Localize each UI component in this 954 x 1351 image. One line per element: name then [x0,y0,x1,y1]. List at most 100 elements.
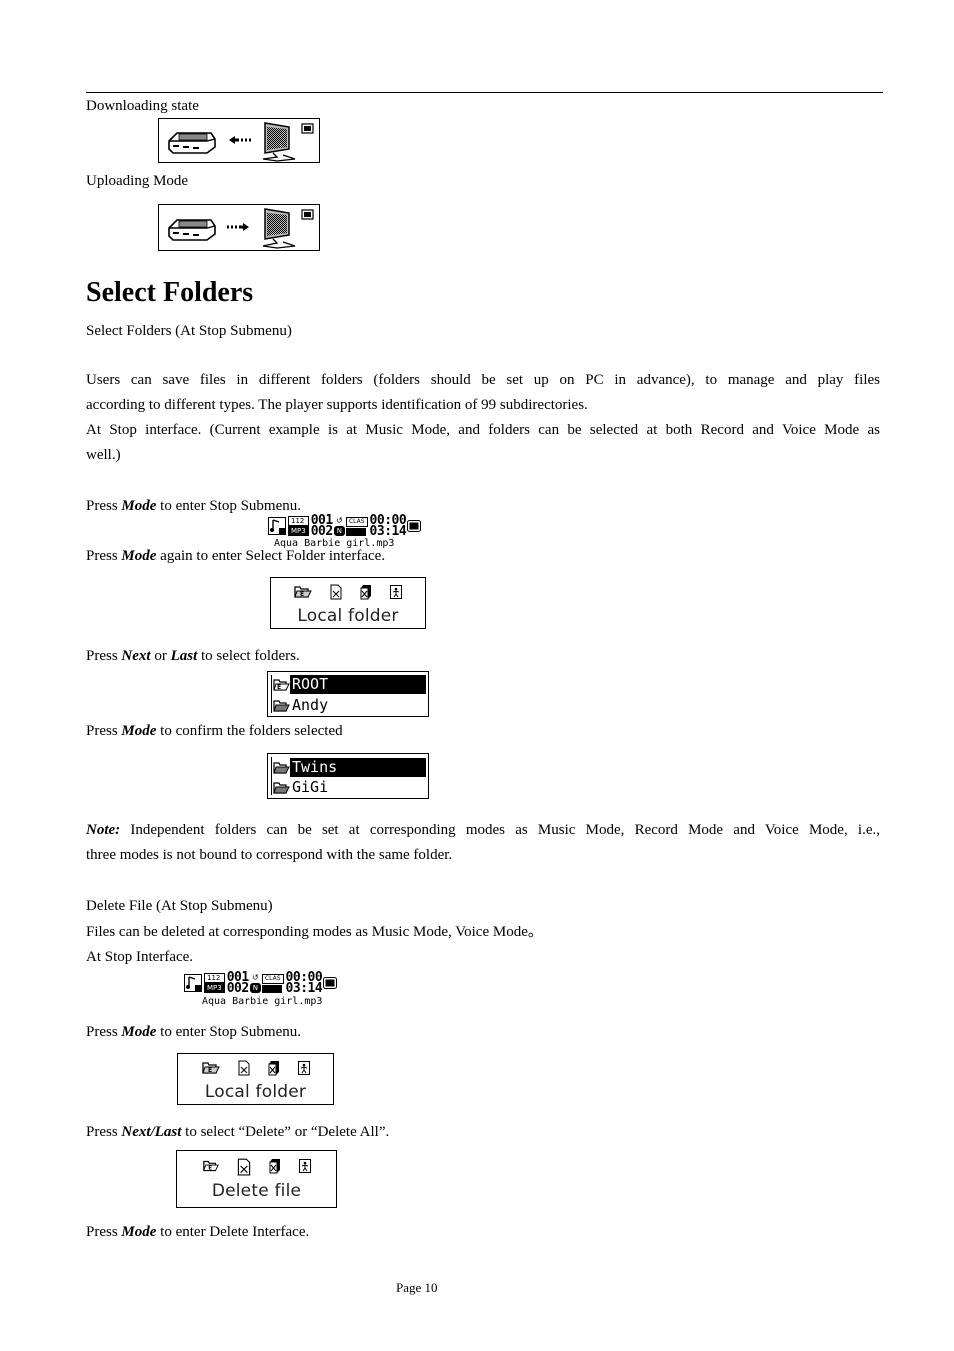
step-instruction: Press Next or Last to select folders. [86,648,300,664]
step-instruction: Press Mode to enter Delete Interface. [86,1224,310,1240]
stop-status-screen: 112 MP3 001 002 ↺ N CLAS 00:00 03:14 Aqu… [184,971,354,1009]
submenu-screen-delete-file: E Delete file [176,1150,337,1208]
folder-item[interactable]: E ROOT [272,675,426,694]
downloading-screen [158,118,320,163]
eq-badge: CLAS [345,516,368,527]
computer-monitor-icon [262,208,296,249]
delete-section-line-1: Files can be deleted at corresponding mo… [86,924,543,940]
intro-line-4: well.) [86,447,121,463]
submenu-label: Delete file [211,1181,302,1201]
format-badge: MP3 [288,526,309,536]
step-instruction: Press Mode again to enter Select Folder … [86,548,386,564]
key-next: Next [121,648,151,664]
downloading-label: Downloading state [86,98,199,114]
player-device-icon [168,219,216,241]
battery-icon [301,209,314,220]
intro-paragraph: Users can save files in different folder… [86,368,880,468]
computer-monitor-icon [262,122,296,162]
step-instruction: Press Mode to enter Stop Submenu. [86,1024,301,1040]
delete-all-icon [269,1159,280,1174]
folder-item[interactable]: GiGi [272,778,426,797]
folder-list-screen: Twins GiGi [267,753,429,799]
key-last: Last [170,648,198,664]
note-label: Note: [86,822,121,838]
intro-line-3: At Stop interface. (Current example is a… [86,422,880,438]
folder-item[interactable]: Andy [272,696,426,715]
submenu-screen-local-folder: E Local folder [270,577,426,629]
svg-text:E: E [277,684,281,691]
bitrate-badge: 112 [204,973,225,983]
time-total: 03:14 [369,524,407,539]
submenu-screen-local-folder: E Local folder [177,1053,334,1105]
svg-text:E: E [208,1067,212,1074]
submenu-label: Local folder [297,606,399,626]
note-line-2: three modes is not bound to correspond w… [86,847,453,863]
page-number: Page 10 [396,1280,438,1295]
intro-line-2: according to different types. The player… [86,397,588,413]
track-total: 002 [226,981,249,996]
music-note-icon [184,974,202,992]
uploading-screen [158,204,320,251]
delete-file-icon [238,1060,249,1076]
volume-bar-icon [261,984,282,993]
folder-icon: E [201,1062,220,1074]
section-subheading: Select Folders (At Stop Submenu) [86,323,292,339]
step-instruction: Press Next/Last to select “Delete” or “D… [86,1124,390,1140]
eq-badge: CLAS [261,973,284,984]
player-device-icon [168,132,216,154]
delete-file-icon [330,584,342,600]
key-mode: Mode [121,1024,157,1040]
folder-name: ROOT [290,675,426,694]
folder-icon [273,781,290,794]
repeat-icon: ↺ [335,516,343,525]
battery-icon [407,520,422,532]
exit-icon [298,1159,311,1173]
section-heading: Select Folders [86,277,254,308]
track-total: 002 [310,524,333,539]
arrow-left-icon [229,136,251,144]
note-paragraph: Note: Independent folders can be set at … [86,818,880,868]
repeat-icon: ↺ [251,973,259,982]
folder-name: GiGi [292,778,329,796]
step-instruction: Press Mode to confirm the folders select… [86,723,343,739]
delete-all-icon [360,585,371,600]
svg-text:E: E [300,591,304,598]
key-mode: Mode [121,548,157,564]
key-next-last: Next/Last [121,1124,182,1140]
delete-file-icon [236,1158,251,1176]
uploading-label: Uploading Mode [86,173,189,189]
battery-icon [323,977,338,989]
time-total: 03:14 [285,981,323,996]
arrow-right-icon [227,223,249,231]
key-mode: Mode [121,1224,157,1240]
folder-name: Twins [290,758,426,777]
folder-list-screen: E ROOT Andy [267,671,429,717]
battery-icon [301,123,314,134]
repeat-mode: N [333,526,345,536]
format-badge: MP3 [204,983,225,993]
intro-line-1: Users can save files in different folder… [86,372,880,388]
key-mode: Mode [121,723,157,739]
key-mode: Mode [121,498,157,514]
repeat-mode: N [249,983,261,993]
folder-name: Andy [292,696,329,714]
exit-icon [390,585,402,599]
header-rule [86,92,883,93]
step-instruction: Press Mode to enter Stop Submenu. [86,498,301,514]
delete-all-icon [268,1061,279,1076]
music-note-icon [268,517,286,535]
folder-item[interactable]: Twins [272,758,426,777]
folder-icon: E [294,586,312,598]
delete-section-line-2: At Stop Interface. [86,949,194,965]
bitrate-badge: 112 [288,516,309,526]
exit-icon [297,1061,310,1075]
volume-bar-icon [345,527,366,536]
submenu-label: Local folder [204,1082,307,1102]
delete-section-title: Delete File (At Stop Submenu) [86,898,273,914]
folder-icon: E [273,678,290,691]
folder-icon [273,699,290,712]
svg-text:E: E [208,1166,212,1172]
folder-icon [273,761,290,774]
track-filename: Aqua Barbie girl.mp3 [202,996,323,1007]
folder-icon: E [202,1160,219,1172]
